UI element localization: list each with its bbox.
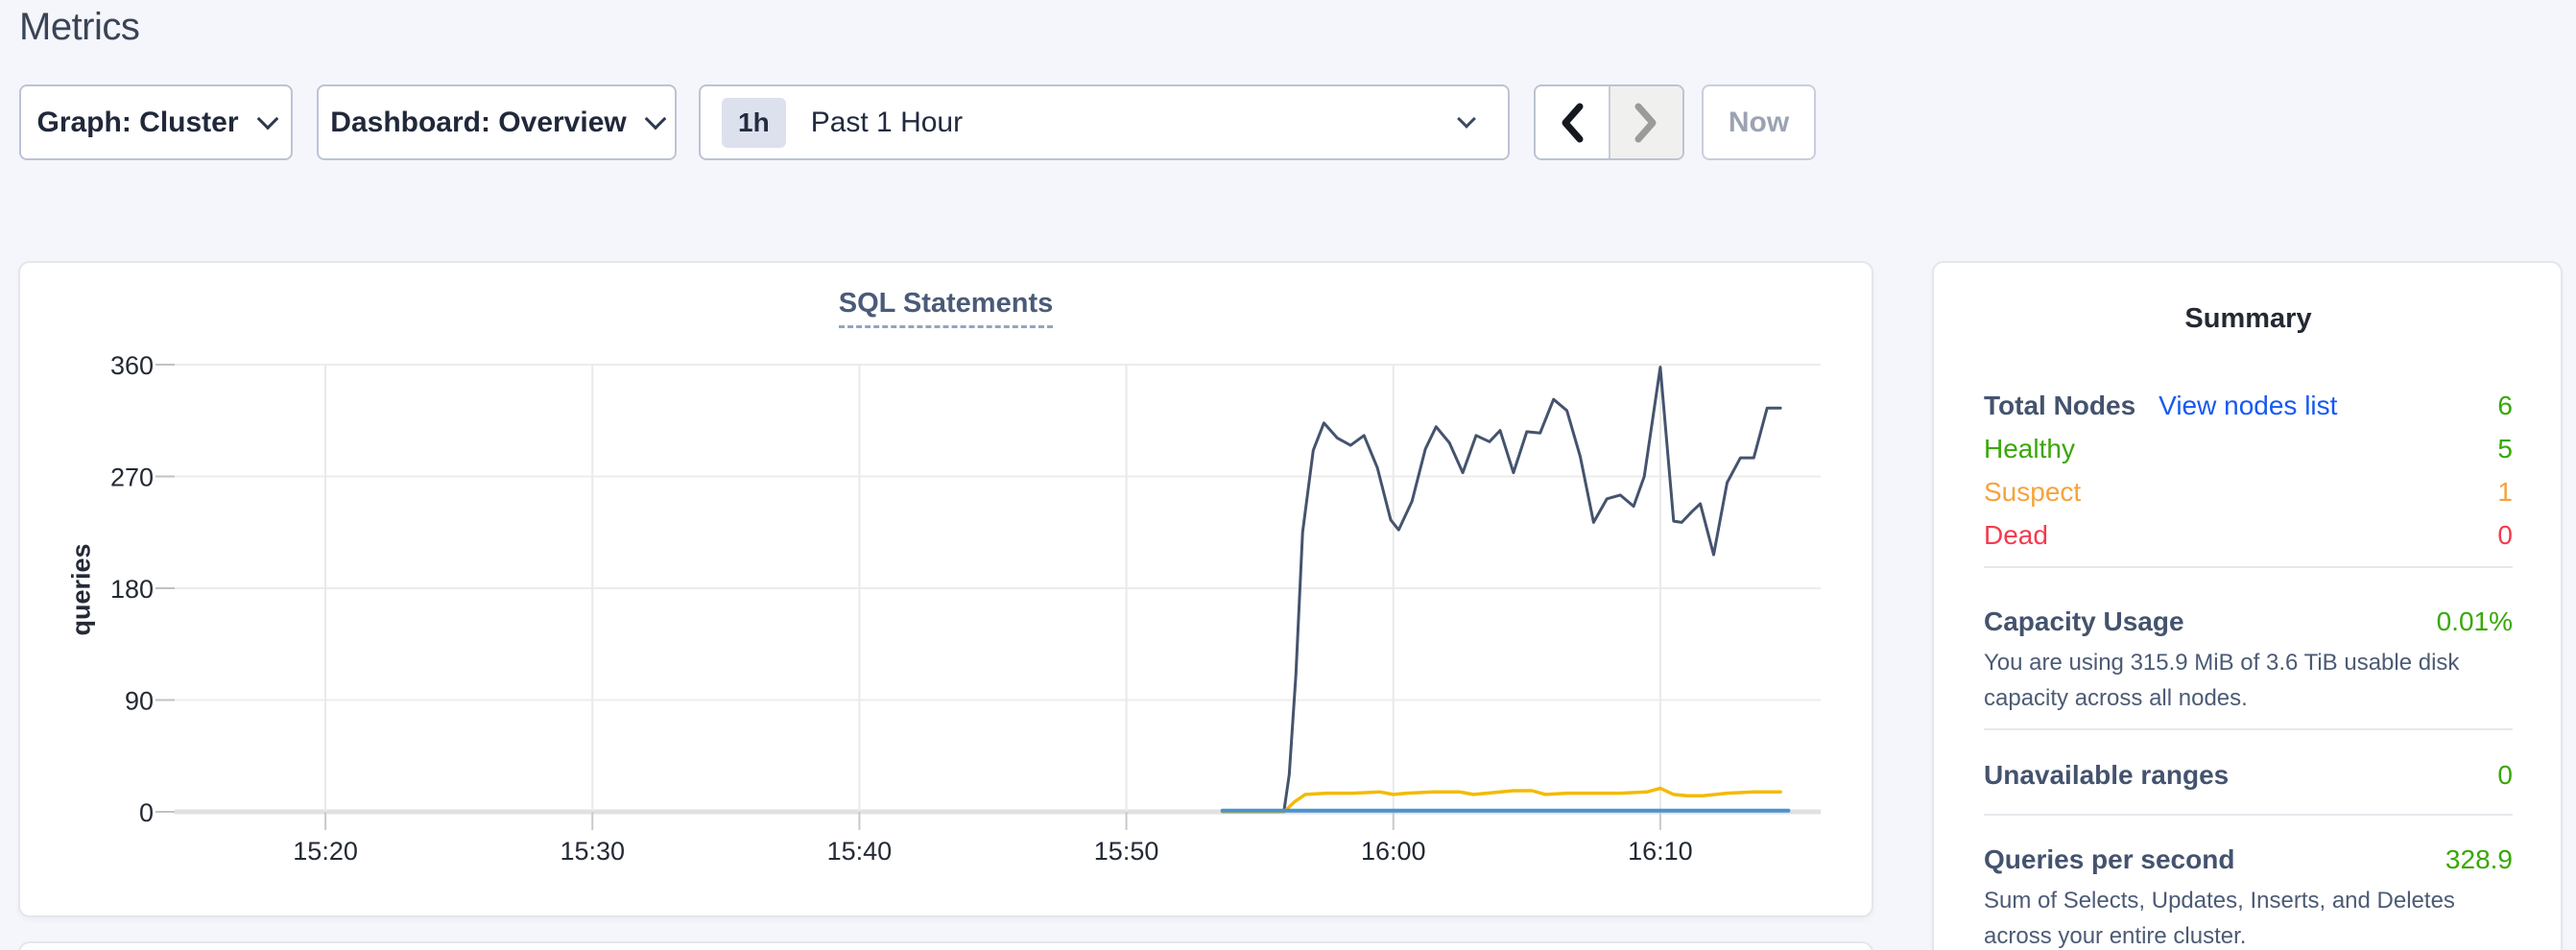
dashboard-dropdown[interactable]: Dashboard: Overview [317,84,677,160]
total-nodes-row: Total Nodes View nodes list 6 [1984,384,2513,427]
x-tick-label: 16:10 [1628,837,1693,866]
graph-dropdown[interactable]: Graph: Cluster [19,84,293,160]
time-range-dropdown[interactable]: 1h Past 1 Hour [699,84,1510,160]
next-time-button[interactable] [1609,86,1683,158]
y-tick-label: 270 [110,463,154,492]
healthy-nodes-row: Healthy 5 [1984,427,2513,470]
dead-label: Dead [1984,520,2048,551]
queries-per-second-description: Sum of Selects, Updates, Inserts, and De… [1984,883,2513,950]
queries-per-second-row: Queries per second 328.9 [1984,844,2513,875]
summary-title: Summary [1984,301,2513,336]
y-tick-label: 360 [110,351,154,380]
y-tick-label: 0 [139,798,154,827]
unavailable-ranges-value: 0 [2497,760,2513,791]
chevron-right-icon [1633,102,1659,144]
now-button[interactable]: Now [1702,84,1816,160]
page-title: Metrics [19,6,139,49]
view-nodes-list-link[interactable]: View nodes list [2159,391,2337,421]
series-yellow [1223,788,1780,812]
node-status-list: Total Nodes View nodes list 6 Healthy 5 … [1984,384,2513,557]
dashboard-dropdown-label: Dashboard: Overview [330,107,626,139]
queries-per-second-label: Queries per second [1984,844,2234,875]
chevron-left-icon [1559,102,1586,144]
capacity-usage-label: Capacity Usage [1984,606,2184,637]
unavailable-ranges-row: Unavailable ranges 0 [1984,760,2513,791]
time-range-label: Past 1 Hour [811,107,963,139]
metrics-page: { "page": { "title": "Metrics" }, "toolb… [0,0,2576,950]
previous-time-button[interactable] [1536,86,1609,158]
y-tick-label: 90 [125,687,154,716]
chevron-down-icon [644,107,666,130]
capacity-usage-row: Capacity Usage 0.01% [1984,606,2513,637]
y-tick-label: 180 [110,575,154,604]
dead-value: 0 [2497,520,2513,551]
next-chart-card-partial [18,941,1873,950]
capacity-usage-value: 0.01% [2437,606,2513,637]
x-tick-label: 15:40 [827,837,893,866]
sql-statements-chart[interactable]: 0 90 180 270 360 15:20 15:30 15:40 15:50 16:00 16:… [20,263,1872,915]
total-nodes-value: 6 [2497,391,2513,421]
healthy-label: Healthy [1984,434,2075,464]
queries-per-second-value: 328.9 [2445,844,2513,875]
dead-nodes-row: Dead 0 [1984,513,2513,557]
sql-statements-chart-card: SQL Statements queries 09018027036015:20… [18,261,1873,917]
series-dark-slate [1223,368,1780,812]
chevron-down-icon [256,107,278,130]
capacity-usage-description: You are using 315.9 MiB of 3.6 TiB usabl… [1984,645,2513,716]
x-tick-label: 15:50 [1094,837,1159,866]
suspect-nodes-row: Suspect 1 [1984,470,2513,513]
time-step-button-group [1534,84,1684,160]
suspect-value: 1 [2497,477,2513,508]
total-nodes-label: Total Nodes [1984,391,2135,421]
x-tick-label: 15:30 [560,837,625,866]
divider [1984,728,2513,730]
time-range-badge: 1h [722,98,786,148]
graph-dropdown-label: Graph: Cluster [36,107,238,139]
x-tick-label: 16:00 [1361,837,1426,866]
divider [1984,814,2513,816]
suspect-label: Suspect [1984,477,2081,508]
x-tick-label: 15:20 [293,837,358,866]
healthy-value: 5 [2497,434,2513,464]
divider [1984,566,2513,568]
unavailable-ranges-label: Unavailable ranges [1984,760,2229,791]
summary-panel: Summary Total Nodes View nodes list 6 He… [1932,261,2563,950]
chevron-down-icon [1457,109,1476,129]
